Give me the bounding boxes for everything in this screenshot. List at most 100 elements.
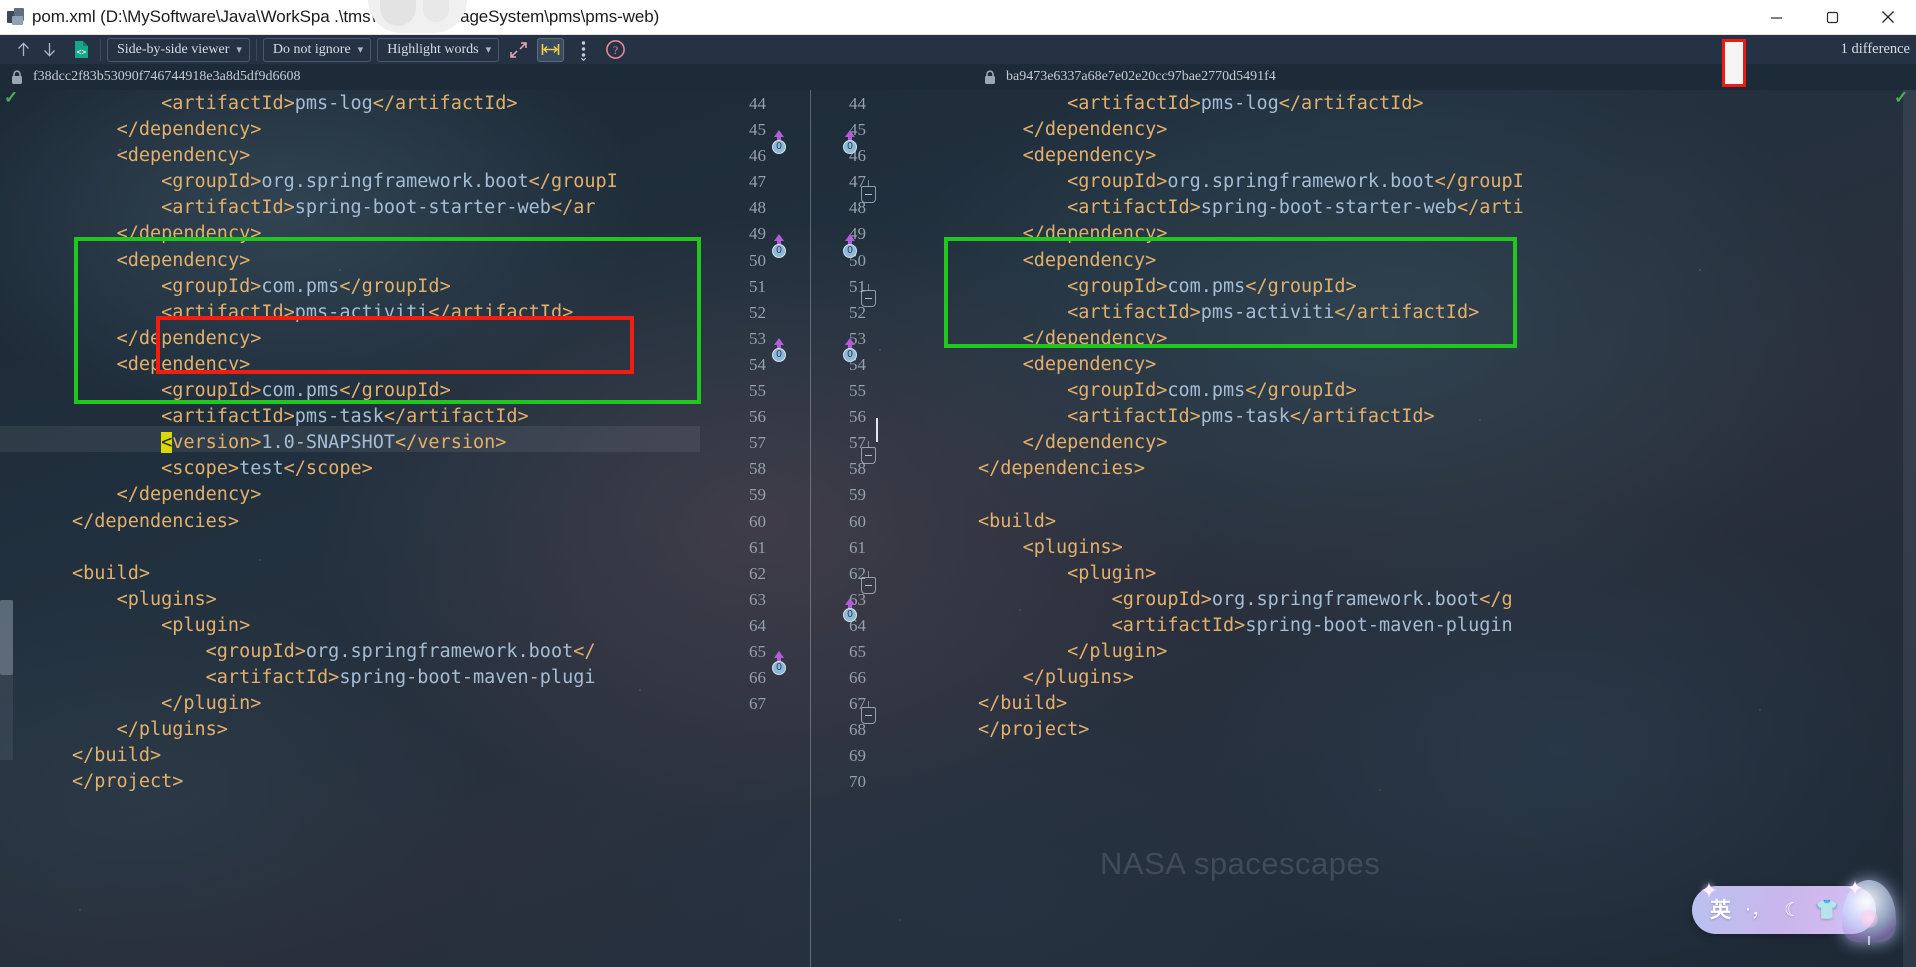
- code-line: <build>: [72, 561, 618, 587]
- xml-tag: </dependencies>: [978, 458, 1146, 480]
- xml-tag: </dependencies>: [72, 510, 240, 532]
- fold-marker[interactable]: [861, 571, 876, 594]
- code-line: <version>1.0-SNAPSHOT</version>: [72, 430, 618, 456]
- right-revision-hash: ba9473e6337a68e7e02e20cc97bae2770d5491f4: [1006, 69, 1276, 84]
- xml-tag: </groupI: [1434, 171, 1524, 193]
- code-line: <plugin>: [978, 561, 1524, 587]
- difference-count: 1 difference: [1840, 41, 1910, 57]
- code-line: </dependency>: [978, 430, 1524, 456]
- xml-tag: </dependency>: [116, 223, 262, 245]
- left-code-pane[interactable]: <artifactId>pms-log</artifactId> </depen…: [0, 90, 700, 967]
- xml-text: 1.0-SNAPSHOT: [261, 432, 396, 454]
- xml-tag: <artifactId>: [1111, 614, 1246, 636]
- line-number-gutter: 44 45 46 47 48 49 50 51 52 53 54 55 56 5…: [700, 90, 930, 967]
- xml-text: org.springframework.boot: [1167, 171, 1435, 193]
- arrow-up-icon[interactable]: [10, 38, 36, 62]
- xml-tag: <dependency>: [116, 353, 251, 375]
- code-line: <artifactId>pms-activiti</artifactId>: [72, 300, 618, 326]
- xml-text: com.pms: [261, 275, 340, 297]
- code-line: <groupId>com.pms</groupId>: [72, 378, 618, 404]
- code-line: </dependency>: [978, 221, 1524, 247]
- change-marker[interactable]: 0: [839, 338, 861, 362]
- maximize-button[interactable]: [1804, 0, 1860, 35]
- change-marker[interactable]: 0: [768, 338, 790, 362]
- code-line: <groupId>org.springframework.boot</: [72, 639, 618, 665]
- whitespace-dropdown[interactable]: Do not ignore ▾: [262, 37, 372, 62]
- ime-moon-icon[interactable]: ☾: [1784, 900, 1801, 920]
- code-file-icon[interactable]: <>: [68, 38, 94, 62]
- view-mode-label: Side-by-side viewer: [117, 41, 230, 57]
- left-revision[interactable]: f38dcc2f83b53090f746744918e3a8d5df9d6608: [10, 64, 301, 90]
- code-line: <dependency>: [72, 352, 618, 378]
- change-marker[interactable]: 0: [839, 598, 861, 622]
- code-line: <artifactId>pms-log</artifactId>: [978, 91, 1524, 117]
- xml-text: com.pms: [1167, 275, 1246, 297]
- ime-floating-toolbar[interactable]: 英 ·， ☾ 👕 ✦ ✦: [1692, 878, 1906, 945]
- xml-text: pms-activiti: [294, 301, 429, 323]
- xml-tag: <groupId>: [1067, 275, 1168, 297]
- highlight-dropdown[interactable]: Highlight words ▾: [377, 37, 500, 62]
- code-line: </project>: [978, 717, 1524, 743]
- xml-text: pms-task: [1200, 406, 1290, 428]
- right-scrollbar-track[interactable]: [1903, 90, 1916, 967]
- lock-icon: [983, 69, 997, 85]
- code-line: <artifactId>spring-boot-maven-plugi: [72, 665, 618, 691]
- ime-punctuation-icon[interactable]: ·，: [1745, 900, 1770, 920]
- xml-tag: </artifactId>: [428, 301, 574, 323]
- diff-highlight: <: [161, 432, 173, 454]
- close-button[interactable]: [1860, 0, 1916, 35]
- left-scrollbar-thumb[interactable]: [0, 600, 13, 675]
- highlight-label: Highlight words: [387, 41, 479, 57]
- fold-marker[interactable]: [861, 441, 876, 464]
- xml-tag: <dependency>: [1022, 353, 1157, 375]
- xml-tag: </build>: [72, 745, 162, 767]
- arrow-down-icon[interactable]: [36, 38, 62, 62]
- xml-tag: <groupId>: [161, 275, 262, 297]
- fold-marker[interactable]: [861, 284, 876, 307]
- xml-tag: </dependency>: [1022, 223, 1168, 245]
- code-line: <dependency>: [72, 143, 618, 169]
- change-marker[interactable]: 0: [839, 130, 861, 154]
- sparkle-icon: ✦: [1699, 878, 1719, 903]
- code-line: </dependency>: [72, 326, 618, 352]
- help-icon[interactable]: ?: [602, 38, 628, 62]
- code-line: </plugins>: [72, 717, 618, 743]
- xml-tag: </groupId>: [1245, 275, 1357, 297]
- xml-text: spring-boot-maven-plugi: [339, 667, 596, 689]
- view-mode-dropdown[interactable]: Side-by-side viewer ▾: [107, 37, 250, 62]
- fold-marker[interactable]: [861, 701, 876, 724]
- more-options-icon[interactable]: [570, 38, 596, 62]
- align-panes-toggle[interactable]: [537, 37, 565, 62]
- right-code-pane[interactable]: <artifactId>pms-log</artifactId> </depen…: [930, 90, 1916, 967]
- xml-text: spring-boot-starter-web: [1200, 197, 1457, 219]
- xml-tag: </dependency>: [116, 327, 262, 349]
- change-marker[interactable]: 0: [839, 234, 861, 258]
- toolbar-separator-1: [100, 38, 101, 61]
- right-revision[interactable]: ba9473e6337a68e7e02e20cc97bae2770d5491f4: [983, 64, 1276, 90]
- code-line: <groupId>org.springframework.boot</g: [978, 587, 1524, 613]
- xml-tag: </plugin>: [1067, 640, 1168, 662]
- minimize-button[interactable]: [1748, 0, 1804, 35]
- collapse-unchanged-icon[interactable]: [505, 38, 531, 62]
- text-caret: [876, 418, 878, 442]
- change-marker[interactable]: 0: [768, 130, 790, 154]
- chevron-down-icon: ▾: [236, 44, 242, 56]
- xml-tag: <plugin>: [1067, 562, 1157, 584]
- code-line: <groupId>com.pms</groupId>: [978, 274, 1524, 300]
- change-marker[interactable]: 0: [768, 651, 790, 675]
- xml-tag: <groupId>: [1111, 588, 1212, 610]
- xml-text: com.pms: [1167, 380, 1246, 402]
- code-line: <artifactId>pms-activiti</artifactId>: [978, 300, 1524, 326]
- xml-tag: <artifactId>: [205, 667, 340, 689]
- xml-tag: <groupId>: [1067, 380, 1168, 402]
- right-code-text[interactable]: <artifactId>pms-log</artifactId> </depen…: [978, 91, 1524, 743]
- xml-text: com.pms: [261, 380, 340, 402]
- left-code-text[interactable]: <artifactId>pms-log</artifactId> </depen…: [72, 91, 618, 796]
- fold-marker[interactable]: [861, 180, 876, 203]
- code-line: </dependency>: [978, 117, 1524, 143]
- code-line: <dependency>: [72, 248, 618, 274]
- xml-text: spring-boot-maven-plugin: [1245, 614, 1513, 636]
- ime-skin-icon[interactable]: 👕: [1815, 900, 1839, 920]
- change-marker[interactable]: 0: [768, 234, 790, 258]
